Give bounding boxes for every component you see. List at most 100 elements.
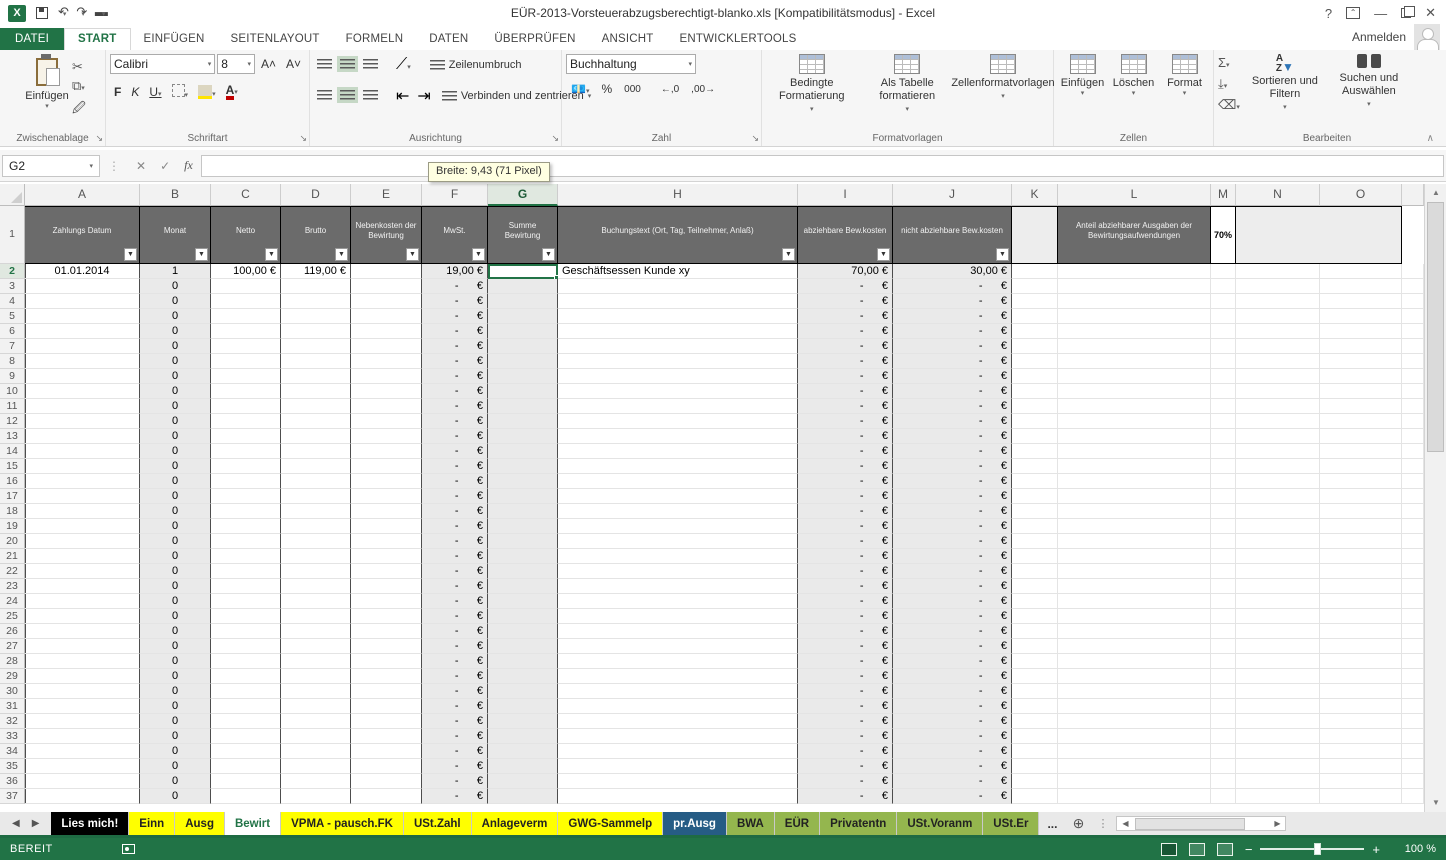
cell-J2[interactable]: 30,00 €: [893, 264, 1012, 279]
cell-M27[interactable]: [1211, 639, 1236, 654]
cell-J26[interactable]: - €: [893, 624, 1012, 639]
page-layout-view-icon[interactable]: [1189, 843, 1205, 856]
cell-G13[interactable]: [488, 429, 558, 444]
cell-J25[interactable]: - €: [893, 609, 1012, 624]
cell-O2[interactable]: [1320, 264, 1402, 279]
cell-N19[interactable]: [1236, 519, 1320, 534]
sheet-tab-einn[interactable]: Einn: [129, 812, 175, 835]
cell-D19[interactable]: [281, 519, 351, 534]
cell-B4[interactable]: 0: [140, 294, 211, 309]
sheet-tab-ust-er[interactable]: USt.Er: [983, 812, 1039, 835]
cell-E31[interactable]: [351, 699, 422, 714]
alignment-dialog-launcher-icon[interactable]: ↘: [551, 133, 559, 144]
cell-H14[interactable]: [558, 444, 798, 459]
cell-G25[interactable]: [488, 609, 558, 624]
conditional-formatting-button[interactable]: Bedingte Formatierung ▾: [766, 54, 858, 116]
cell-H32[interactable]: [558, 714, 798, 729]
cell-E33[interactable]: [351, 729, 422, 744]
cell-G10[interactable]: [488, 384, 558, 399]
format-as-table-button[interactable]: Als Tabelle formatieren ▾: [862, 54, 954, 116]
cell-D17[interactable]: [281, 489, 351, 504]
cell-J3[interactable]: - €: [893, 279, 1012, 294]
cell-A34[interactable]: [25, 744, 140, 759]
row-header-28[interactable]: 28: [0, 654, 25, 669]
cell-K9[interactable]: [1012, 369, 1058, 384]
cell-B6[interactable]: 0: [140, 324, 211, 339]
cell-O14[interactable]: [1320, 444, 1402, 459]
cell-C24[interactable]: [211, 594, 281, 609]
cell-I16[interactable]: - €: [798, 474, 893, 489]
cell-K35[interactable]: [1012, 759, 1058, 774]
cell-D30[interactable]: [281, 684, 351, 699]
align-left-icon[interactable]: [314, 85, 335, 107]
row-header-35[interactable]: 35: [0, 759, 25, 774]
cell-K4[interactable]: [1012, 294, 1058, 309]
row-header-9[interactable]: 9: [0, 369, 25, 384]
cell-C13[interactable]: [211, 429, 281, 444]
cell-L10[interactable]: [1058, 384, 1211, 399]
column-header-H[interactable]: H: [558, 184, 798, 206]
cell-B9[interactable]: 0: [140, 369, 211, 384]
cell-H30[interactable]: [558, 684, 798, 699]
cell-N7[interactable]: [1236, 339, 1320, 354]
cell-D23[interactable]: [281, 579, 351, 594]
cell-N9[interactable]: [1236, 369, 1320, 384]
cell-E27[interactable]: [351, 639, 422, 654]
cell-G28[interactable]: [488, 654, 558, 669]
cell-D20[interactable]: [281, 534, 351, 549]
cell-D22[interactable]: [281, 564, 351, 579]
cell-M14[interactable]: [1211, 444, 1236, 459]
italic-button[interactable]: K: [127, 84, 143, 100]
cell-L36[interactable]: [1058, 774, 1211, 789]
cell-A22[interactable]: [25, 564, 140, 579]
cell-M13[interactable]: [1211, 429, 1236, 444]
cell-N35[interactable]: [1236, 759, 1320, 774]
ribbon-tab-datei[interactable]: DATEI: [0, 28, 64, 50]
cell-A30[interactable]: [25, 684, 140, 699]
cell-G34[interactable]: [488, 744, 558, 759]
cell-F11[interactable]: - €: [422, 399, 488, 414]
customize-quick-access-icon[interactable]: ▬▾: [95, 5, 106, 21]
cell-J24[interactable]: - €: [893, 594, 1012, 609]
cell-J31[interactable]: - €: [893, 699, 1012, 714]
cell-O8[interactable]: [1320, 354, 1402, 369]
cell-C5[interactable]: [211, 309, 281, 324]
row-header-23[interactable]: 23: [0, 579, 25, 594]
cell-B19[interactable]: 0: [140, 519, 211, 534]
cell-H7[interactable]: [558, 339, 798, 354]
cell-J36[interactable]: - €: [893, 774, 1012, 789]
cell-K15[interactable]: [1012, 459, 1058, 474]
column-header-O[interactable]: O: [1320, 184, 1402, 206]
cell-B10[interactable]: 0: [140, 384, 211, 399]
name-box[interactable]: G2 ▾: [2, 155, 100, 177]
cell-G30[interactable]: [488, 684, 558, 699]
cell-F32[interactable]: - €: [422, 714, 488, 729]
cell-O16[interactable]: [1320, 474, 1402, 489]
bold-button[interactable]: F: [110, 84, 125, 100]
sheet-tab-bwa[interactable]: BWA: [727, 812, 775, 835]
cell-C12[interactable]: [211, 414, 281, 429]
cell-F12[interactable]: - €: [422, 414, 488, 429]
save-icon[interactable]: [36, 7, 48, 19]
cell-A32[interactable]: [25, 714, 140, 729]
cell-L34[interactable]: [1058, 744, 1211, 759]
cell-C19[interactable]: [211, 519, 281, 534]
cell-N17[interactable]: [1236, 489, 1320, 504]
cell-D33[interactable]: [281, 729, 351, 744]
cell-G19[interactable]: [488, 519, 558, 534]
header-cell-K[interactable]: [1012, 206, 1058, 264]
cell-A26[interactable]: [25, 624, 140, 639]
ribbon-tab-entwicklertools[interactable]: ENTWICKLERTOOLS: [667, 29, 810, 50]
cell-H17[interactable]: [558, 489, 798, 504]
cell-E30[interactable]: [351, 684, 422, 699]
cell-D24[interactable]: [281, 594, 351, 609]
cell-C22[interactable]: [211, 564, 281, 579]
cell-F20[interactable]: - €: [422, 534, 488, 549]
cell-I32[interactable]: - €: [798, 714, 893, 729]
header-cell-D[interactable]: Brutto▼: [281, 206, 351, 264]
cell-N30[interactable]: [1236, 684, 1320, 699]
cell-B24[interactable]: 0: [140, 594, 211, 609]
header-cell-C[interactable]: Netto▼: [211, 206, 281, 264]
cell-D18[interactable]: [281, 504, 351, 519]
cell-L20[interactable]: [1058, 534, 1211, 549]
